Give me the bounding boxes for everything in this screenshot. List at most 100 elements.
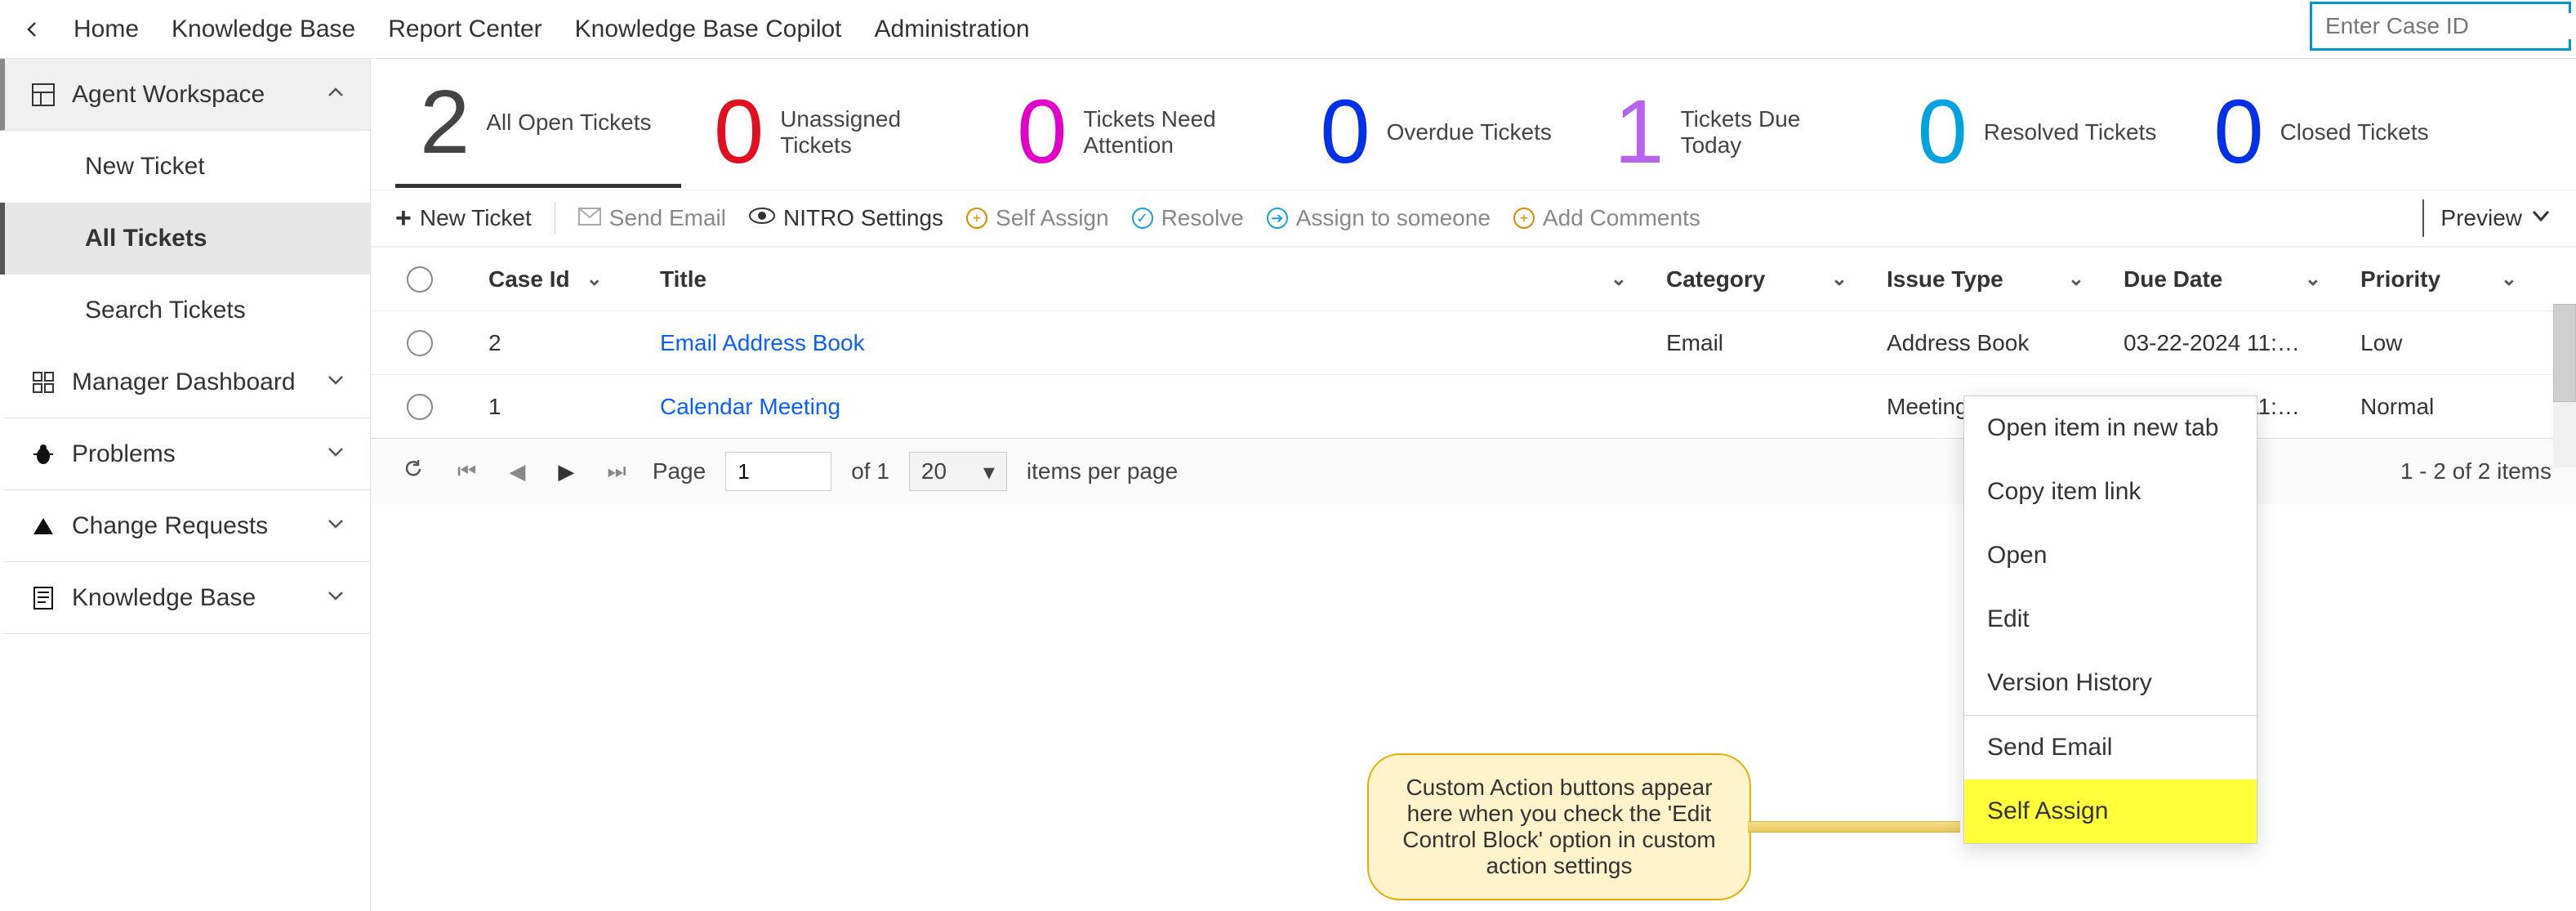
page-number-input[interactable]	[725, 452, 831, 491]
send-email-button[interactable]: Send Email	[578, 205, 726, 231]
stat-tiles: 2 All Open Tickets 0 Unassigned Tickets …	[371, 59, 2576, 190]
radio-icon	[407, 266, 433, 293]
row-select[interactable]	[371, 330, 469, 356]
table-row[interactable]: 2 Email Address Book Email Address Book …	[371, 310, 2576, 374]
page-size-value: 20	[921, 458, 947, 485]
tile-value: 0	[714, 87, 764, 177]
vertical-scrollbar[interactable]	[2553, 304, 2576, 467]
col-issue-type[interactable]: Issue Type ⌄	[1867, 266, 2104, 293]
resolve-button[interactable]: ✓ Resolve	[1132, 205, 1244, 231]
nav-kb-copilot[interactable]: Knowledge Base Copilot	[575, 16, 842, 43]
of-pages-label: of 1	[851, 458, 889, 485]
nav-knowledge-base[interactable]: Knowledge Base	[172, 16, 355, 43]
tile-closed[interactable]: 0 Closed Tickets	[2189, 87, 2475, 177]
sidebar-group-change-requests[interactable]: Change Requests	[0, 490, 370, 562]
sidebar-item-label: New Ticket	[85, 153, 205, 181]
issue-type-cell: Address Book	[1867, 330, 2104, 356]
case-search-input[interactable]	[2325, 13, 2576, 39]
sidebar-group-agent-workspace[interactable]: Agent Workspace	[0, 59, 370, 131]
sidebar-item-new-ticket[interactable]: New Ticket	[0, 131, 370, 203]
chevron-down-icon: ⌄	[2068, 267, 2084, 291]
ctx-self-assign[interactable]: Self Assign	[1964, 779, 2257, 843]
ctx-open[interactable]: Open	[1964, 524, 2257, 587]
label: New Ticket	[420, 205, 532, 231]
ctx-copy-link[interactable]: Copy item link	[1964, 460, 2257, 524]
tile-overdue[interactable]: 0 Overdue Tickets	[1295, 87, 1581, 177]
col-priority[interactable]: Priority ⌄	[2341, 266, 2537, 293]
nav-administration[interactable]: Administration	[875, 16, 1030, 43]
title-cell[interactable]: Email Address Book	[640, 330, 1647, 356]
col-category[interactable]: Category ⌄	[1647, 266, 1867, 293]
per-page-label: items per page	[1027, 458, 1178, 485]
last-page-button[interactable]: ⏭	[600, 458, 632, 485]
document-icon	[29, 584, 57, 612]
add-comments-button[interactable]: + Add Comments	[1513, 205, 1700, 231]
tile-due-today[interactable]: 1 Tickets Due Today	[1589, 87, 1884, 177]
first-page-button[interactable]: ⏮	[451, 458, 483, 485]
sidebar-group-knowledge-base[interactable]: Knowledge Base	[0, 562, 370, 634]
chevron-down-icon: ⌄	[1611, 267, 1627, 291]
title-cell[interactable]: Calendar Meeting	[640, 394, 1647, 420]
label: Assign to someone	[1296, 205, 1491, 231]
self-assign-button[interactable]: + Self Assign	[966, 205, 1109, 231]
new-ticket-button[interactable]: + New Ticket	[395, 203, 532, 234]
tile-all-open[interactable]: 2 All Open Tickets	[395, 78, 681, 188]
assign-to-someone-button[interactable]: ➔ Assign to someone	[1267, 205, 1491, 231]
label: Preview	[2440, 205, 2522, 231]
value: 2	[488, 330, 501, 356]
col-case-id[interactable]: Case Id ⌄	[469, 266, 640, 293]
ctx-send-email[interactable]: Send Email	[1964, 716, 2257, 779]
preview-toggle[interactable]: Preview	[2440, 205, 2551, 232]
chevron-down-icon	[326, 368, 345, 396]
scroll-thumb[interactable]	[2553, 304, 2576, 402]
refresh-button[interactable]	[395, 458, 431, 486]
nav-home[interactable]: Home	[74, 16, 139, 43]
ctx-open-new-tab[interactable]: Open item in new tab	[1964, 396, 2257, 460]
sidebar-group-problems[interactable]: Problems	[0, 418, 370, 490]
case-search[interactable]	[2310, 2, 2571, 51]
radio-icon	[407, 330, 433, 356]
chevron-down-icon	[326, 584, 345, 612]
nitro-settings-button[interactable]: NITRO Settings	[749, 205, 943, 231]
sidebar-item-search-tickets[interactable]: Search Tickets	[0, 275, 370, 346]
ticket-link[interactable]: Email Address Book	[660, 330, 865, 356]
sidebar-item-all-tickets[interactable]: All Tickets	[0, 203, 370, 275]
sidebar-group-label: Agent Workspace	[72, 81, 265, 109]
pager-summary: 1 - 2 of 2 items	[2400, 458, 2551, 485]
sidebar-group-label: Change Requests	[72, 512, 268, 540]
tile-unassigned[interactable]: 0 Unassigned Tickets	[689, 87, 984, 177]
ticket-link[interactable]: Calendar Meeting	[660, 394, 840, 420]
col-label: Issue Type	[1887, 266, 2003, 293]
nav-report-center[interactable]: Report Center	[388, 16, 541, 43]
tile-label: Overdue Tickets	[1387, 119, 1552, 145]
next-page-button[interactable]: ▶	[551, 459, 581, 485]
circle-check-icon: ✓	[1132, 208, 1153, 229]
select-all[interactable]	[371, 266, 469, 293]
row-select[interactable]	[371, 394, 469, 420]
prev-page-button[interactable]: ◀	[502, 459, 532, 485]
grid-header-row: Case Id ⌄ Title ⌄ Category ⌄ Issue Type …	[371, 247, 2576, 310]
col-due-date[interactable]: Due Date ⌄	[2104, 266, 2341, 293]
tile-value: 0	[1017, 87, 1067, 177]
circle-plus-icon: +	[1513, 208, 1535, 229]
ctx-edit[interactable]: Edit	[1964, 587, 2257, 651]
grid-icon	[29, 368, 57, 396]
tile-label: Resolved Tickets	[1984, 119, 2157, 145]
ctx-version-history[interactable]: Version History	[1964, 651, 2257, 715]
tile-resolved[interactable]: 0 Resolved Tickets	[1893, 87, 2182, 177]
sidebar-item-label: All Tickets	[85, 225, 207, 252]
envelope-icon	[578, 205, 601, 231]
col-title[interactable]: Title ⌄	[640, 266, 1647, 293]
back-button[interactable]	[16, 13, 49, 46]
col-label: Category	[1666, 266, 1765, 293]
tile-need-attention[interactable]: 0 Tickets Need Attention	[992, 87, 1287, 177]
tile-value: 0	[1320, 87, 1370, 177]
col-label: Case Id	[488, 266, 570, 293]
sidebar-group-manager-dashboard[interactable]: Manager Dashboard	[0, 346, 370, 418]
page-size-select[interactable]: 20 ▾	[909, 452, 1007, 491]
chevron-down-icon	[2530, 205, 2551, 232]
priority-cell: Normal	[2341, 394, 2537, 420]
chevron-down-icon	[326, 440, 345, 468]
priority-cell: Low	[2341, 330, 2537, 356]
tile-value: 2	[420, 78, 470, 167]
